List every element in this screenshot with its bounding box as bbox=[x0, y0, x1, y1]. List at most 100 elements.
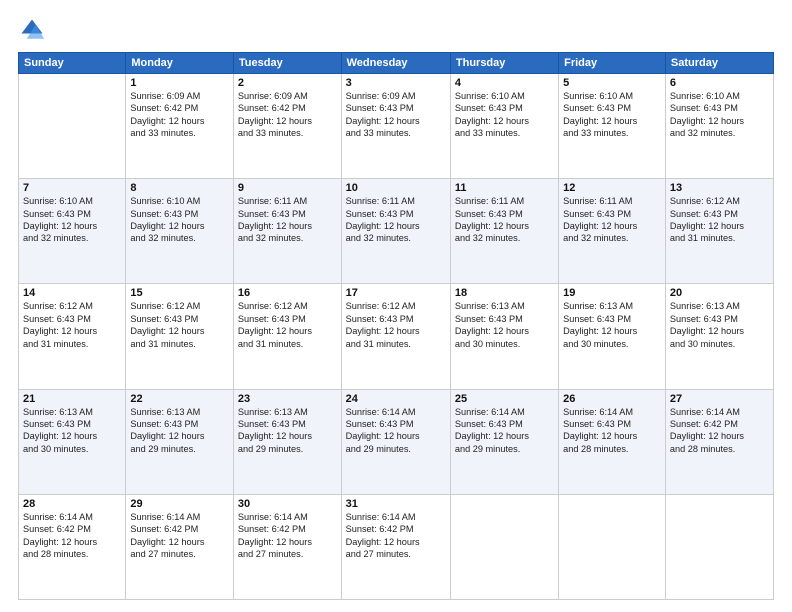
day-number: 31 bbox=[346, 498, 446, 510]
day-info: Sunrise: 6:11 AM Sunset: 6:43 PM Dayligh… bbox=[563, 195, 661, 245]
logo-icon bbox=[18, 16, 46, 44]
day-number: 3 bbox=[346, 77, 446, 89]
calendar-cell: 19Sunrise: 6:13 AM Sunset: 6:43 PM Dayli… bbox=[559, 284, 666, 389]
calendar-cell: 12Sunrise: 6:11 AM Sunset: 6:43 PM Dayli… bbox=[559, 179, 666, 284]
day-info: Sunrise: 6:14 AM Sunset: 6:43 PM Dayligh… bbox=[346, 406, 446, 456]
calendar-cell: 24Sunrise: 6:14 AM Sunset: 6:43 PM Dayli… bbox=[341, 389, 450, 494]
calendar-cell: 17Sunrise: 6:12 AM Sunset: 6:43 PM Dayli… bbox=[341, 284, 450, 389]
day-info: Sunrise: 6:14 AM Sunset: 6:42 PM Dayligh… bbox=[346, 511, 446, 561]
day-info: Sunrise: 6:10 AM Sunset: 6:43 PM Dayligh… bbox=[23, 195, 121, 245]
calendar-cell: 9Sunrise: 6:11 AM Sunset: 6:43 PM Daylig… bbox=[233, 179, 341, 284]
day-info: Sunrise: 6:12 AM Sunset: 6:43 PM Dayligh… bbox=[346, 300, 446, 350]
day-number: 4 bbox=[455, 77, 554, 89]
page: SundayMondayTuesdayWednesdayThursdayFrid… bbox=[0, 0, 792, 612]
calendar-cell: 26Sunrise: 6:14 AM Sunset: 6:43 PM Dayli… bbox=[559, 389, 666, 494]
day-info: Sunrise: 6:12 AM Sunset: 6:43 PM Dayligh… bbox=[238, 300, 337, 350]
day-number: 2 bbox=[238, 77, 337, 89]
calendar-cell: 25Sunrise: 6:14 AM Sunset: 6:43 PM Dayli… bbox=[450, 389, 558, 494]
calendar-cell: 28Sunrise: 6:14 AM Sunset: 6:42 PM Dayli… bbox=[19, 494, 126, 599]
day-number: 18 bbox=[455, 287, 554, 299]
day-info: Sunrise: 6:13 AM Sunset: 6:43 PM Dayligh… bbox=[238, 406, 337, 456]
col-header-wednesday: Wednesday bbox=[341, 53, 450, 74]
calendar-cell bbox=[559, 494, 666, 599]
col-header-tuesday: Tuesday bbox=[233, 53, 341, 74]
calendar-cell: 10Sunrise: 6:11 AM Sunset: 6:43 PM Dayli… bbox=[341, 179, 450, 284]
day-info: Sunrise: 6:14 AM Sunset: 6:42 PM Dayligh… bbox=[23, 511, 121, 561]
calendar-cell: 29Sunrise: 6:14 AM Sunset: 6:42 PM Dayli… bbox=[126, 494, 234, 599]
day-number: 1 bbox=[130, 77, 229, 89]
day-number: 8 bbox=[130, 182, 229, 194]
calendar-cell: 14Sunrise: 6:12 AM Sunset: 6:43 PM Dayli… bbox=[19, 284, 126, 389]
day-info: Sunrise: 6:09 AM Sunset: 6:43 PM Dayligh… bbox=[346, 90, 446, 140]
day-info: Sunrise: 6:09 AM Sunset: 6:42 PM Dayligh… bbox=[238, 90, 337, 140]
day-info: Sunrise: 6:09 AM Sunset: 6:42 PM Dayligh… bbox=[130, 90, 229, 140]
day-info: Sunrise: 6:14 AM Sunset: 6:42 PM Dayligh… bbox=[670, 406, 769, 456]
calendar-cell: 23Sunrise: 6:13 AM Sunset: 6:43 PM Dayli… bbox=[233, 389, 341, 494]
calendar-cell: 18Sunrise: 6:13 AM Sunset: 6:43 PM Dayli… bbox=[450, 284, 558, 389]
day-number: 11 bbox=[455, 182, 554, 194]
col-header-sunday: Sunday bbox=[19, 53, 126, 74]
day-number: 29 bbox=[130, 498, 229, 510]
day-info: Sunrise: 6:13 AM Sunset: 6:43 PM Dayligh… bbox=[563, 300, 661, 350]
day-info: Sunrise: 6:14 AM Sunset: 6:43 PM Dayligh… bbox=[563, 406, 661, 456]
day-number: 16 bbox=[238, 287, 337, 299]
day-number: 10 bbox=[346, 182, 446, 194]
day-number: 13 bbox=[670, 182, 769, 194]
col-header-thursday: Thursday bbox=[450, 53, 558, 74]
day-number: 5 bbox=[563, 77, 661, 89]
day-info: Sunrise: 6:13 AM Sunset: 6:43 PM Dayligh… bbox=[23, 406, 121, 456]
day-number: 22 bbox=[130, 393, 229, 405]
day-info: Sunrise: 6:10 AM Sunset: 6:43 PM Dayligh… bbox=[670, 90, 769, 140]
day-info: Sunrise: 6:11 AM Sunset: 6:43 PM Dayligh… bbox=[238, 195, 337, 245]
calendar-cell: 1Sunrise: 6:09 AM Sunset: 6:42 PM Daylig… bbox=[126, 74, 234, 179]
day-info: Sunrise: 6:10 AM Sunset: 6:43 PM Dayligh… bbox=[130, 195, 229, 245]
day-info: Sunrise: 6:11 AM Sunset: 6:43 PM Dayligh… bbox=[455, 195, 554, 245]
calendar-cell: 31Sunrise: 6:14 AM Sunset: 6:42 PM Dayli… bbox=[341, 494, 450, 599]
day-info: Sunrise: 6:13 AM Sunset: 6:43 PM Dayligh… bbox=[130, 406, 229, 456]
day-info: Sunrise: 6:12 AM Sunset: 6:43 PM Dayligh… bbox=[23, 300, 121, 350]
day-number: 6 bbox=[670, 77, 769, 89]
day-number: 15 bbox=[130, 287, 229, 299]
day-info: Sunrise: 6:14 AM Sunset: 6:42 PM Dayligh… bbox=[238, 511, 337, 561]
calendar-cell: 30Sunrise: 6:14 AM Sunset: 6:42 PM Dayli… bbox=[233, 494, 341, 599]
col-header-monday: Monday bbox=[126, 53, 234, 74]
day-info: Sunrise: 6:14 AM Sunset: 6:43 PM Dayligh… bbox=[455, 406, 554, 456]
calendar-cell bbox=[19, 74, 126, 179]
day-number: 25 bbox=[455, 393, 554, 405]
calendar-cell: 8Sunrise: 6:10 AM Sunset: 6:43 PM Daylig… bbox=[126, 179, 234, 284]
day-info: Sunrise: 6:10 AM Sunset: 6:43 PM Dayligh… bbox=[563, 90, 661, 140]
calendar-cell: 13Sunrise: 6:12 AM Sunset: 6:43 PM Dayli… bbox=[665, 179, 773, 284]
day-number: 27 bbox=[670, 393, 769, 405]
calendar-table: SundayMondayTuesdayWednesdayThursdayFrid… bbox=[18, 52, 774, 600]
calendar-cell: 4Sunrise: 6:10 AM Sunset: 6:43 PM Daylig… bbox=[450, 74, 558, 179]
day-number: 30 bbox=[238, 498, 337, 510]
day-number: 7 bbox=[23, 182, 121, 194]
calendar-cell bbox=[665, 494, 773, 599]
day-number: 28 bbox=[23, 498, 121, 510]
calendar-cell: 11Sunrise: 6:11 AM Sunset: 6:43 PM Dayli… bbox=[450, 179, 558, 284]
calendar-cell: 2Sunrise: 6:09 AM Sunset: 6:42 PM Daylig… bbox=[233, 74, 341, 179]
calendar-cell: 22Sunrise: 6:13 AM Sunset: 6:43 PM Dayli… bbox=[126, 389, 234, 494]
col-header-saturday: Saturday bbox=[665, 53, 773, 74]
day-info: Sunrise: 6:10 AM Sunset: 6:43 PM Dayligh… bbox=[455, 90, 554, 140]
day-info: Sunrise: 6:12 AM Sunset: 6:43 PM Dayligh… bbox=[130, 300, 229, 350]
day-number: 20 bbox=[670, 287, 769, 299]
day-info: Sunrise: 6:12 AM Sunset: 6:43 PM Dayligh… bbox=[670, 195, 769, 245]
day-number: 9 bbox=[238, 182, 337, 194]
day-info: Sunrise: 6:13 AM Sunset: 6:43 PM Dayligh… bbox=[670, 300, 769, 350]
day-number: 21 bbox=[23, 393, 121, 405]
day-number: 14 bbox=[23, 287, 121, 299]
calendar-cell bbox=[450, 494, 558, 599]
calendar-cell: 3Sunrise: 6:09 AM Sunset: 6:43 PM Daylig… bbox=[341, 74, 450, 179]
col-header-friday: Friday bbox=[559, 53, 666, 74]
day-number: 12 bbox=[563, 182, 661, 194]
day-number: 19 bbox=[563, 287, 661, 299]
day-number: 17 bbox=[346, 287, 446, 299]
day-info: Sunrise: 6:13 AM Sunset: 6:43 PM Dayligh… bbox=[455, 300, 554, 350]
day-number: 23 bbox=[238, 393, 337, 405]
day-number: 24 bbox=[346, 393, 446, 405]
calendar-cell: 6Sunrise: 6:10 AM Sunset: 6:43 PM Daylig… bbox=[665, 74, 773, 179]
calendar-cell: 20Sunrise: 6:13 AM Sunset: 6:43 PM Dayli… bbox=[665, 284, 773, 389]
calendar-cell: 21Sunrise: 6:13 AM Sunset: 6:43 PM Dayli… bbox=[19, 389, 126, 494]
calendar-cell: 16Sunrise: 6:12 AM Sunset: 6:43 PM Dayli… bbox=[233, 284, 341, 389]
